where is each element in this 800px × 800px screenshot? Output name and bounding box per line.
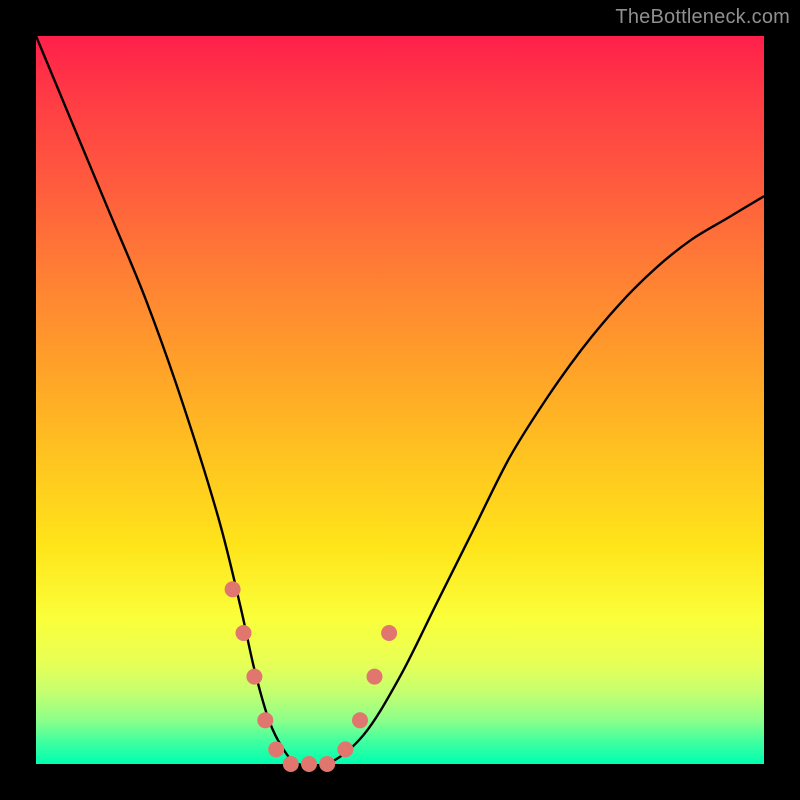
curve-marker — [236, 625, 252, 641]
chart-frame: TheBottleneck.com — [0, 0, 800, 800]
marker-group — [225, 581, 398, 772]
watermark-label: TheBottleneck.com — [615, 6, 790, 29]
curve-marker — [268, 741, 284, 757]
curve-marker — [246, 669, 262, 685]
curve-svg — [36, 36, 764, 764]
curve-marker — [257, 712, 273, 728]
curve-marker — [301, 756, 317, 772]
plot-area — [36, 36, 764, 764]
curve-marker — [381, 625, 397, 641]
curve-marker — [352, 712, 368, 728]
bottleneck-curve — [36, 36, 764, 767]
curve-marker — [319, 756, 335, 772]
curve-marker — [337, 741, 353, 757]
curve-marker — [367, 669, 383, 685]
curve-marker — [283, 756, 299, 772]
curve-marker — [225, 581, 241, 597]
